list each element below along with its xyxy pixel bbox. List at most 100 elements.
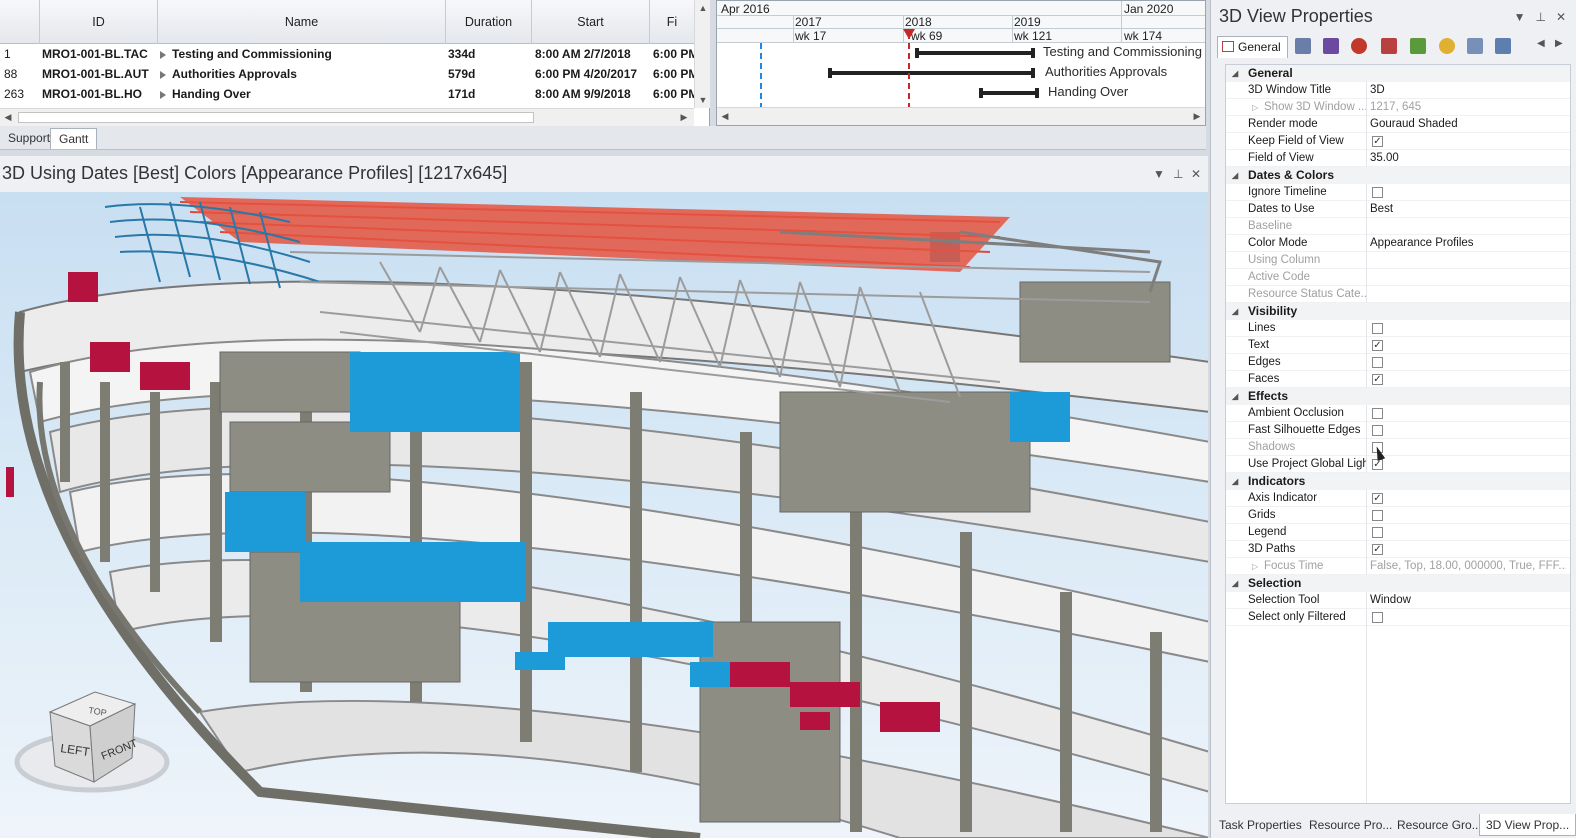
prop-faces[interactable]: Faces ✓: [1226, 371, 1570, 388]
table-row[interactable]: 263 MRO1-001-BL.HO Handing Over 171d 8:0…: [0, 84, 694, 104]
prop-use-project-global-light[interactable]: Use Project Global Light ✓: [1226, 456, 1570, 473]
category-visibility[interactable]: ◢ Visibility: [1226, 303, 1570, 320]
3d-viewport[interactable]: TOP LEFT FRONT: [0, 192, 1208, 838]
pin-icon[interactable]: ⊥: [1173, 167, 1183, 181]
scroll-left-icon[interactable]: ◀: [0, 109, 16, 125]
collapse-icon[interactable]: ◢: [1232, 167, 1238, 184]
tab-task-properties[interactable]: Task Properties: [1213, 814, 1308, 836]
checkbox[interactable]: [1372, 357, 1383, 368]
close-icon[interactable]: ✕: [1191, 167, 1201, 181]
prop-grids[interactable]: Grids: [1226, 507, 1570, 524]
tab-gantt[interactable]: Gantt: [50, 128, 98, 149]
dropdown-icon[interactable]: ▼: [1514, 10, 1526, 24]
scroll-up-icon[interactable]: ▲: [695, 0, 711, 16]
expand-icon[interactable]: ▷: [1252, 558, 1258, 575]
prop-field-of-view[interactable]: Field of View 35.00: [1226, 150, 1570, 167]
checkbox[interactable]: [1372, 612, 1383, 623]
expand-icon[interactable]: [160, 70, 166, 79]
gantt-bar[interactable]: [979, 91, 1039, 95]
prop-3d-paths[interactable]: 3D Paths ✓: [1226, 541, 1570, 558]
tab-3d-view-properties[interactable]: 3D View Prop...: [1479, 814, 1576, 836]
cube-icon[interactable]: [1323, 38, 1339, 54]
tab-resource-groups[interactable]: Resource Gro...: [1391, 814, 1488, 836]
category-indicators[interactable]: ◢ Indicators: [1226, 473, 1570, 490]
toolbar-right-icon[interactable]: ▶: [1555, 38, 1563, 49]
scroll-thumb[interactable]: [18, 112, 534, 123]
horizontal-scrollbar[interactable]: ◀ ▶: [0, 108, 694, 126]
table-row[interactable]: 88 MRO1-001-BL.AUT Authorities Approvals…: [0, 64, 694, 84]
list-icon[interactable]: [1295, 38, 1311, 54]
column-header-id[interactable]: ID: [40, 0, 158, 44]
checkbox[interactable]: [1372, 187, 1383, 198]
column-header-duration[interactable]: Duration: [446, 0, 532, 44]
expand-icon[interactable]: ▷: [1252, 99, 1258, 116]
column-header-start[interactable]: Start: [532, 0, 650, 44]
scroll-right-icon[interactable]: ▶: [676, 109, 692, 125]
table-row[interactable]: 1 MRO1-001-BL.TAC Testing and Commission…: [0, 44, 694, 64]
collapse-icon[interactable]: ◢: [1232, 473, 1238, 490]
checkbox[interactable]: [1372, 527, 1383, 538]
gantt-bar[interactable]: [915, 51, 1035, 55]
collapse-icon[interactable]: ◢: [1232, 65, 1238, 82]
prop-focus-time[interactable]: ▷ Focus Time False, Top, 18.00, 000000, Tr…: [1226, 558, 1570, 575]
checkbox[interactable]: ✓: [1372, 340, 1383, 351]
gantt-chart[interactable]: Apr 2016 Jan 2020 2017 2018 2019 wk 17 w…: [716, 0, 1206, 126]
grid-lines-icon[interactable]: [1467, 38, 1483, 54]
prop-color-mode[interactable]: Color Mode Appearance Profiles: [1226, 235, 1570, 252]
category-effects[interactable]: ◢ Effects: [1226, 388, 1570, 405]
checkbox[interactable]: [1372, 408, 1383, 419]
prop-legend[interactable]: Legend: [1226, 524, 1570, 541]
tab-general[interactable]: General: [1217, 36, 1288, 58]
pin-icon[interactable]: ⊥: [1535, 10, 1545, 24]
prop-text[interactable]: Text ✓: [1226, 337, 1570, 354]
box-icon[interactable]: [1410, 38, 1426, 54]
today-marker-icon[interactable]: [903, 29, 915, 39]
collapse-icon[interactable]: ◢: [1232, 388, 1238, 405]
prop-edges[interactable]: Edges: [1226, 354, 1570, 371]
toolbar-left-icon[interactable]: ◀: [1537, 38, 1545, 49]
prop-render-mode[interactable]: Render mode Gouraud Shaded: [1226, 116, 1570, 133]
tab-resource-properties[interactable]: Resource Pro...: [1303, 814, 1398, 836]
prop-dates-to-use[interactable]: Dates to Use Best: [1226, 201, 1570, 218]
prop-ambient-occlusion[interactable]: Ambient Occlusion: [1226, 405, 1570, 422]
column-header-name[interactable]: Name: [158, 0, 446, 44]
prop-axis-indicator[interactable]: Axis Indicator ✓: [1226, 490, 1570, 507]
scroll-right-icon[interactable]: ▶: [1189, 108, 1205, 124]
prop-selection-tool[interactable]: Selection Tool Window: [1226, 592, 1570, 609]
checkbox[interactable]: ✓: [1372, 544, 1383, 555]
collapse-icon[interactable]: ◢: [1232, 303, 1238, 320]
collapse-icon[interactable]: ◢: [1232, 575, 1238, 592]
prop-3d-window-title[interactable]: 3D Window Title 3D: [1226, 82, 1570, 99]
column-header-finish[interactable]: Fi: [650, 0, 694, 44]
category-dates-colors[interactable]: ◢ Dates & Colors: [1226, 167, 1570, 184]
vertical-scrollbar[interactable]: ▲ ▼: [694, 0, 710, 108]
prop-select-only-filtered[interactable]: Select only Filtered: [1226, 609, 1570, 626]
expand-icon[interactable]: [160, 90, 166, 99]
dropdown-icon[interactable]: ▼: [1153, 167, 1165, 181]
bug-icon[interactable]: [1351, 38, 1367, 54]
checkbox[interactable]: [1372, 510, 1383, 521]
camera-icon[interactable]: [1495, 38, 1511, 54]
expand-icon[interactable]: [160, 50, 166, 59]
scroll-left-icon[interactable]: ◀: [717, 108, 733, 124]
prop-keep-field-of-view[interactable]: Keep Field of View ✓: [1226, 133, 1570, 150]
prop-show-3d-window[interactable]: ▷ Show 3D Window ... 1217, 645: [1226, 99, 1570, 116]
checkbox[interactable]: ✓: [1372, 374, 1383, 385]
category-selection[interactable]: ◢ Selection: [1226, 575, 1570, 592]
scroll-down-icon[interactable]: ▼: [695, 92, 711, 108]
close-icon[interactable]: ✕: [1556, 10, 1566, 24]
prop-ignore-timeline[interactable]: Ignore Timeline: [1226, 184, 1570, 201]
checkbox[interactable]: ✓: [1372, 493, 1383, 504]
checkbox[interactable]: [1372, 425, 1383, 436]
calendar-icon[interactable]: [1381, 38, 1397, 54]
sun-icon[interactable]: [1439, 38, 1455, 54]
checkbox[interactable]: [1372, 323, 1383, 334]
viewcube[interactable]: TOP LEFT FRONT: [14, 691, 170, 793]
category-general[interactable]: ◢ General: [1226, 65, 1570, 82]
gantt-horizontal-scrollbar[interactable]: ◀ ▶: [717, 107, 1205, 125]
checkbox[interactable]: ✓: [1372, 136, 1383, 147]
prop-fast-silhouette-edges[interactable]: Fast Silhouette Edges: [1226, 422, 1570, 439]
prop-lines[interactable]: Lines: [1226, 320, 1570, 337]
gantt-bar[interactable]: [828, 71, 1035, 75]
prop-shadows[interactable]: Shadows: [1226, 439, 1570, 456]
